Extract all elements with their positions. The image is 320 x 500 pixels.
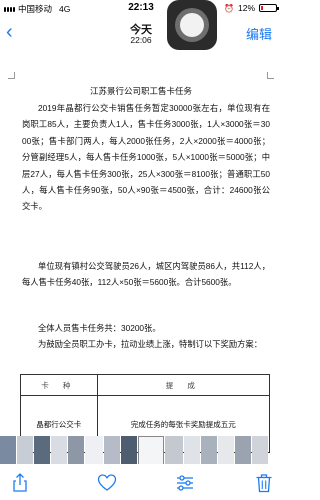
assistive-touch-icon bbox=[180, 13, 204, 37]
photo-thumbnail[interactable] bbox=[17, 436, 33, 464]
photo-thumbnail[interactable] bbox=[235, 436, 251, 464]
status-bar: 中国移动 4G 22:13 ⏰ 12% bbox=[0, 0, 282, 18]
status-right: ⏰ 12% bbox=[224, 3, 279, 13]
photo-thumbnail[interactable] bbox=[165, 436, 183, 464]
photo-thumbnail[interactable] bbox=[68, 436, 84, 464]
photo-thumbnail[interactable] bbox=[252, 436, 268, 464]
favorite-icon[interactable] bbox=[97, 473, 117, 493]
photo-thumbnail[interactable] bbox=[0, 436, 16, 464]
battery-icon bbox=[259, 4, 279, 12]
photo-thumbnail[interactable] bbox=[51, 436, 67, 464]
paragraph-text: 为鼓励全员职工办卡，拉动业绩上涨，特制订以下奖励方案： bbox=[38, 339, 263, 349]
nav-bar: ‹ 今天 22:06 编辑 bbox=[0, 17, 282, 47]
document-page: 江苏景行公司职工售卡任务 2019年晶都行公交卡销售任务暂定30000张左右，单… bbox=[0, 52, 282, 453]
battery-percent: 12% bbox=[237, 3, 255, 13]
photo-thumbnail-selected[interactable] bbox=[138, 436, 164, 466]
photo-thumbnail[interactable] bbox=[85, 436, 103, 464]
photo-thumbnail[interactable] bbox=[184, 436, 200, 464]
photo-thumbnail[interactable] bbox=[201, 436, 217, 464]
paragraph-text: 2019年晶都行公交卡销售任务暂定30000张左右，单位现有在岗职工85人，主要… bbox=[22, 103, 270, 212]
photo-thumbnail[interactable] bbox=[121, 436, 137, 464]
photo-thumbnail[interactable] bbox=[218, 436, 234, 464]
table-header-card-type: 卡 种 bbox=[20, 374, 98, 396]
crop-mark bbox=[267, 72, 274, 79]
table-header-commission: 提 成 bbox=[96, 374, 271, 396]
paragraph-sales-task: 2019年晶都行公交卡销售任务暂定30000张左右，单位现有在岗职工85人，主要… bbox=[22, 100, 270, 215]
photo-thumbnail[interactable] bbox=[34, 436, 50, 464]
paragraph-drivers: 单位现有镇村公交驾驶员26人，城区内驾驶员86人，共112人，每人售卡任务40张… bbox=[22, 258, 270, 291]
nav-subtitle: 22:06 bbox=[130, 35, 152, 45]
edit-icon[interactable] bbox=[175, 473, 195, 493]
crop-mark bbox=[8, 72, 15, 79]
photo-thumbnail[interactable] bbox=[104, 436, 120, 464]
paragraph-text: 单位现有镇村公交驾驶员26人，城区内驾驶员86人，共112人，每人售卡任务40张… bbox=[22, 261, 270, 288]
paragraph-text: 全体人员售卡任务共：30200张。 bbox=[38, 323, 161, 333]
paragraph-reward-intro: 为鼓励全员职工办卡，拉动业绩上涨，特制订以下奖励方案： bbox=[22, 336, 270, 352]
battery-fill bbox=[261, 6, 263, 10]
share-icon[interactable] bbox=[10, 473, 30, 493]
delete-icon[interactable] bbox=[254, 473, 274, 493]
alarm-icon: ⏰ bbox=[224, 3, 234, 13]
paragraph-total: 全体人员售卡任务共：30200张。 bbox=[22, 320, 270, 336]
bottom-toolbar bbox=[0, 464, 282, 500]
document-title: 江苏景行公司职工售卡任务 bbox=[89, 86, 192, 96]
table-header-row: 卡 种 提 成 bbox=[20, 374, 271, 396]
photo-thumbnail-strip[interactable] bbox=[0, 436, 282, 466]
assistive-touch-button[interactable] bbox=[167, 0, 217, 50]
edit-button[interactable]: 编辑 bbox=[246, 24, 272, 43]
